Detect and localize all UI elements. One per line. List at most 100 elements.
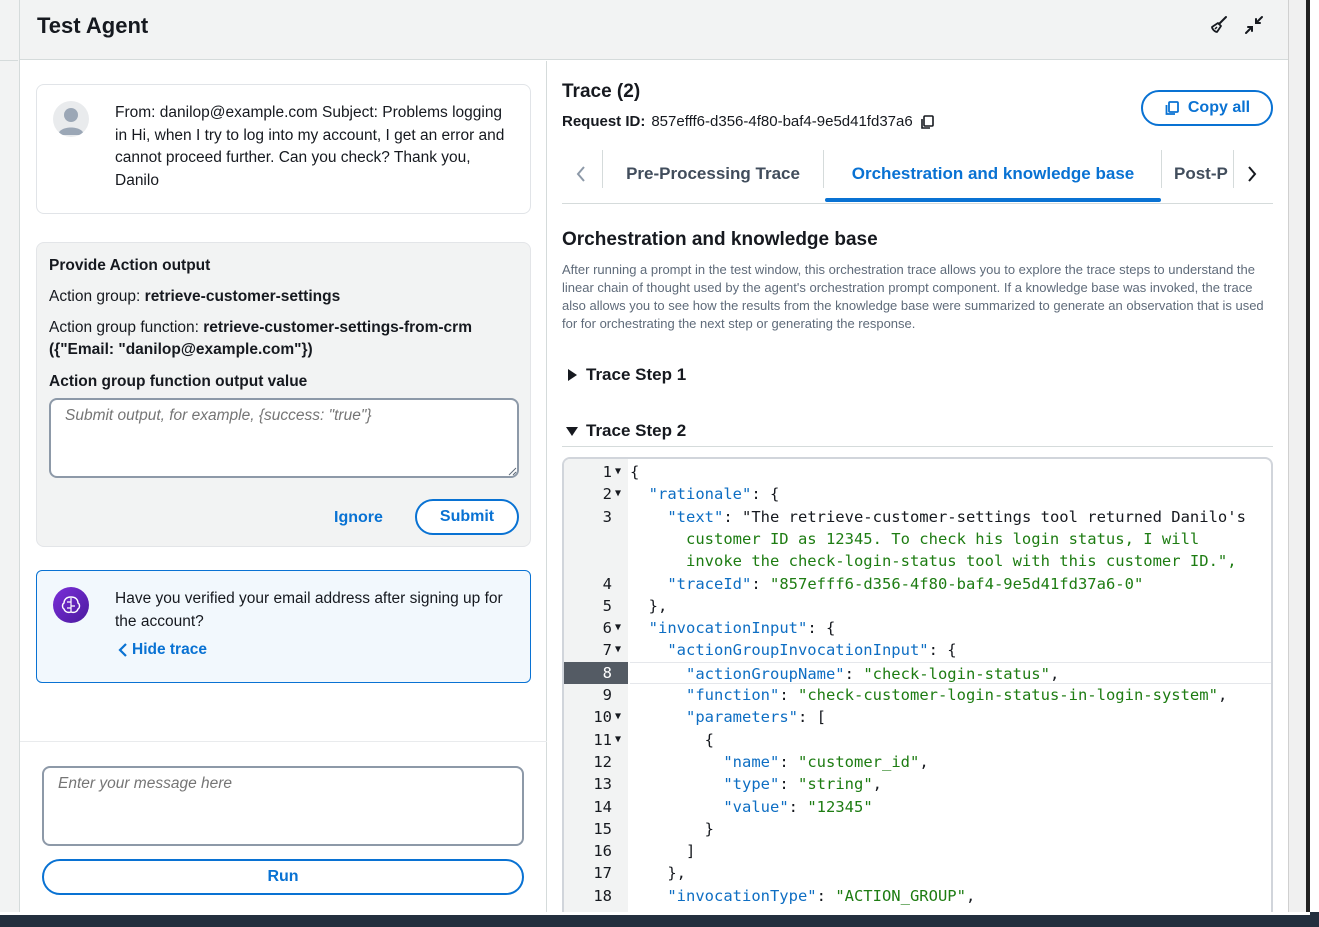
code-line: 3 "text": "The retrieve-customer-setting…	[564, 506, 1271, 528]
copy-icon	[1165, 101, 1179, 115]
line-number: 3	[602, 507, 612, 526]
action-function-label: Action group function:	[49, 319, 204, 336]
line-number	[564, 550, 628, 572]
background-console-strip	[0, 0, 20, 915]
output-value-label: Action group function output value	[49, 373, 308, 390]
window-shadow	[1288, 0, 1306, 920]
code-line: 18 "invocationType": "ACTION_GROUP",	[564, 885, 1271, 907]
line-number: 14	[593, 797, 612, 816]
line-number: 5	[602, 596, 612, 615]
code-line: 4 "traceId": "857efff6-d356-4f80-baf4-9e…	[564, 573, 1271, 595]
trace-step-2-toggle[interactable]: Trace Step 2	[566, 421, 686, 441]
copy-all-label: Copy all	[1187, 99, 1251, 116]
request-id-row: Request ID: 857efff6-d356-4f80-baf4-9e5d…	[562, 113, 935, 130]
line-number: 15	[593, 819, 612, 838]
chat-divider	[20, 741, 547, 742]
code-text: "value": "12345"	[723, 797, 873, 816]
code-text: {	[630, 730, 714, 749]
agent-message-text: Have you verified your email address aft…	[115, 590, 503, 630]
code-text: "rationale": {	[648, 485, 780, 504]
code-text: },	[630, 864, 686, 883]
resize-grip-icon[interactable]	[507, 466, 517, 476]
submit-button[interactable]: Submit	[415, 499, 519, 535]
code-text: "invocationType": "ACTION_GROUP",	[667, 886, 976, 905]
line-number: 12	[593, 752, 612, 771]
user-avatar-icon	[53, 101, 89, 137]
screenshot-frame: Test Agent From: danilop@example.com Sub…	[0, 0, 1319, 927]
fold-caret-icon[interactable]: ▼	[615, 461, 625, 483]
collapse-arrows-icon[interactable]	[1241, 12, 1267, 38]
code-line: 10 ▼ "parameters": [	[564, 706, 1271, 728]
hide-trace-link[interactable]: Hide trace	[117, 641, 207, 659]
chevron-left-icon[interactable]	[562, 148, 600, 200]
fold-caret-icon[interactable]: ▼	[615, 729, 625, 751]
line-number: 4	[602, 574, 612, 593]
test-agent-header: Test Agent	[20, 0, 1288, 60]
trace-step-2-label: Trace Step 2	[586, 421, 687, 440]
code-text: "type": "string",	[723, 775, 882, 794]
ignore-button[interactable]: Ignore	[334, 509, 383, 527]
hide-trace-label: Hide trace	[132, 641, 207, 658]
trace-json-viewer[interactable]: 1 ▼{2 ▼ "rationale": {3 "text": "The retri…	[562, 457, 1273, 917]
code-line: 1 ▼{	[564, 461, 1271, 483]
trace-title: Trace (2)	[562, 81, 641, 102]
trace-tabs: Pre-Processing Trace Orchestration and k…	[562, 148, 1273, 204]
line-number	[564, 528, 628, 550]
trace-step-1-toggle[interactable]: Trace Step 1	[566, 365, 686, 385]
code-line: customer ID as 12345. To check his login…	[564, 528, 1271, 550]
section-title: Orchestration and knowledge base	[562, 229, 878, 250]
tab-post-processing-trace[interactable]: Post-P	[1174, 148, 1232, 200]
user-message-card: From: danilop@example.com Subject: Probl…	[36, 84, 531, 214]
action-group-value: retrieve-customer-settings	[144, 288, 341, 305]
action-output-input[interactable]	[49, 398, 519, 478]
broom-icon[interactable]	[1206, 12, 1232, 38]
request-id-value: 857efff6-d356-4f80-baf4-9e5d41fd37a6	[651, 113, 913, 130]
caret-right-icon	[568, 369, 577, 381]
chevron-right-icon[interactable]	[1233, 148, 1271, 200]
tab-pre-processing-trace[interactable]: Pre-Processing Trace	[604, 148, 822, 200]
message-input[interactable]	[42, 766, 524, 846]
trace-step-1-label: Trace Step 1	[586, 365, 687, 384]
code-line: 15 }	[564, 818, 1271, 840]
code-text: "text": "The retrieve-customer-settings …	[667, 507, 1246, 526]
code-line: 7 ▼ "actionGroupInvocationInput": {	[564, 639, 1271, 661]
code-line: 2 ▼ "rationale": {	[564, 483, 1271, 505]
agent-response-card: Have you verified your email address aft…	[36, 570, 531, 683]
code-line: 9 "function": "check-customer-login-stat…	[564, 684, 1271, 706]
active-tab-indicator	[825, 198, 1161, 202]
fold-caret-icon[interactable]: ▼	[615, 639, 625, 661]
fold-caret-icon[interactable]: ▼	[615, 483, 625, 505]
run-button[interactable]: Run	[42, 859, 524, 895]
line-number: 9	[602, 686, 612, 704]
code-line: 5 },	[564, 595, 1271, 617]
line-number: 18	[593, 886, 612, 905]
code-text: "function": "check-customer-login-status…	[686, 686, 1228, 704]
tab-orchestration-and-knowledge-base[interactable]: Orchestration and knowledge base	[825, 148, 1161, 200]
section-description: After running a prompt in the test windo…	[562, 262, 1264, 331]
code-text: }	[630, 819, 714, 838]
action-group-line: Action group: retrieve-customer-settings	[49, 286, 519, 308]
agent-brain-icon	[53, 587, 89, 623]
action-function-line: Action group function: retrieve-customer…	[49, 317, 519, 361]
code-line: 13 "type": "string",	[564, 773, 1271, 795]
code-text: },	[630, 596, 668, 615]
code-line: 8 "actionGroupName": "check-login-status…	[564, 661, 1271, 684]
line-number: 13	[593, 775, 612, 794]
code-line: 14 "value": "12345"	[564, 796, 1271, 818]
copy-icon[interactable]	[919, 114, 935, 130]
code-text: "invocationInput": {	[648, 619, 836, 638]
fold-caret-icon[interactable]: ▼	[615, 706, 625, 728]
code-text: invoke the check-login-status tool with …	[630, 552, 1237, 571]
code-line: invoke the check-login-status tool with …	[564, 550, 1271, 572]
copy-all-button[interactable]: Copy all	[1141, 90, 1273, 126]
code-line: 12 "name": "customer_id",	[564, 751, 1271, 773]
action-output-title: Provide Action output	[49, 257, 211, 274]
step-divider	[562, 446, 1273, 447]
caret-down-icon	[566, 427, 578, 436]
line-number: 16	[593, 842, 612, 861]
action-group-label: Action group:	[49, 288, 145, 305]
fold-caret-icon[interactable]: ▼	[615, 617, 625, 639]
code-line: 6 ▼ "invocationInput": {	[564, 617, 1271, 639]
trace-panel: Trace (2) Request ID: 857efff6-d356-4f80…	[548, 61, 1288, 917]
code-text: "actionGroupInvocationInput": {	[667, 641, 957, 660]
